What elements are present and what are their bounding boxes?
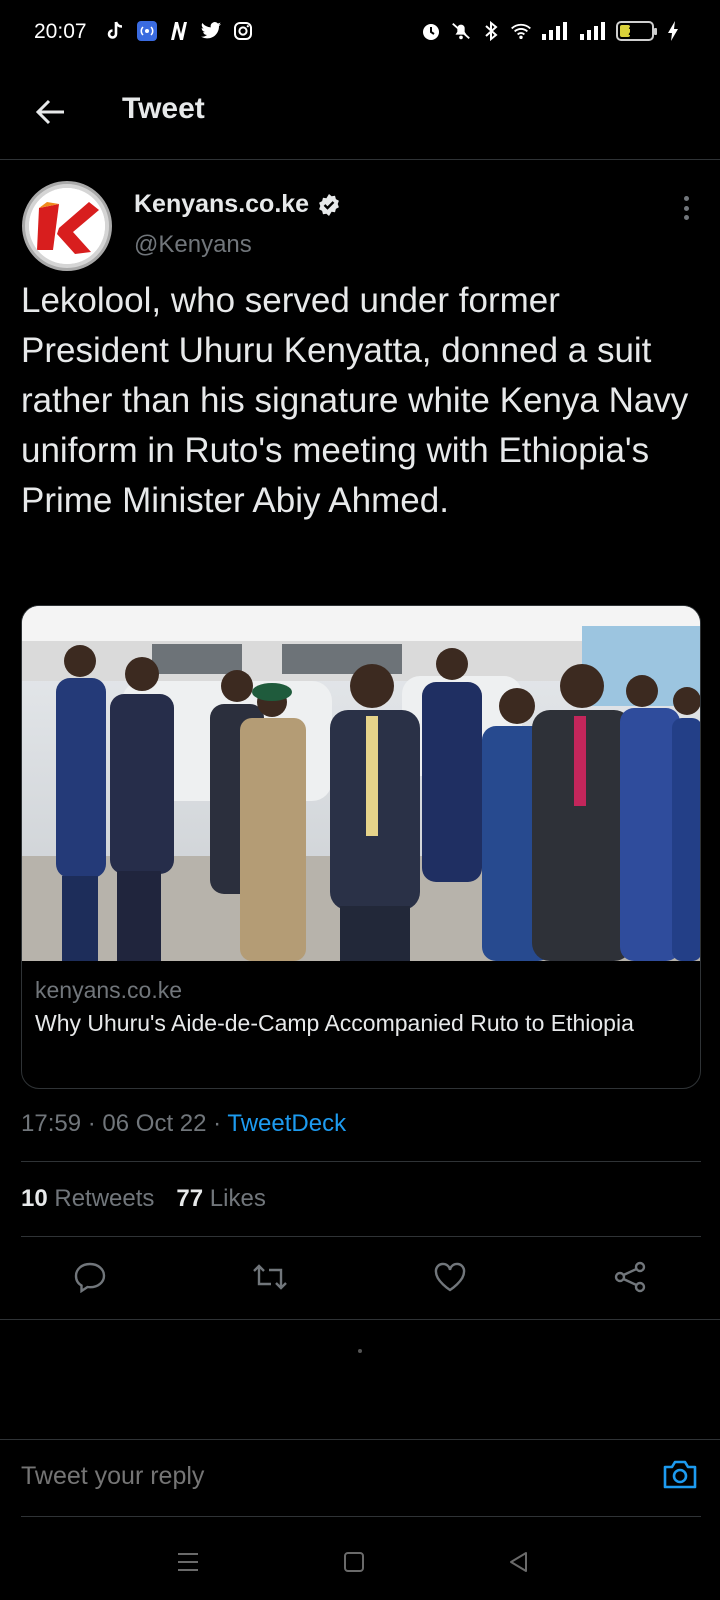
retweets-label: Retweets xyxy=(54,1185,155,1212)
signal-icon xyxy=(578,19,608,43)
card-image[interactable] xyxy=(22,606,700,961)
twitter-icon xyxy=(200,19,222,43)
tweet-text: Lekolool, who served under former Presid… xyxy=(21,281,689,520)
divider xyxy=(21,1161,701,1162)
share-icon xyxy=(614,1261,646,1293)
more-options-icon[interactable] xyxy=(674,196,698,220)
reply-button[interactable] xyxy=(68,1255,112,1299)
retweets-count: 10 xyxy=(21,1185,48,1212)
reply-bar xyxy=(0,1440,720,1520)
mute-icon xyxy=(450,19,472,43)
separator: · xyxy=(87,1110,96,1137)
tweet-stats: 10 Retweets 77 Likes xyxy=(21,1185,266,1213)
verified-badge-icon xyxy=(319,193,339,216)
battery-level: 28 xyxy=(628,24,642,38)
battery-icon: 28 xyxy=(616,21,657,41)
menu-button[interactable] xyxy=(168,1542,208,1582)
heart-icon xyxy=(434,1262,466,1292)
like-button[interactable] xyxy=(428,1255,472,1299)
card-domain: kenyans.co.ke xyxy=(35,977,183,1003)
status-time: 20:07 xyxy=(34,20,87,43)
page-header: Tweet xyxy=(0,64,720,160)
separator: · xyxy=(213,1110,222,1137)
wifi-icon xyxy=(510,19,532,43)
n-app-icon xyxy=(168,19,190,43)
author-handle[interactable]: @Kenyans xyxy=(134,231,252,259)
page-title: Tweet xyxy=(122,92,205,125)
camera-icon xyxy=(663,1460,697,1489)
kenyans-logo-icon xyxy=(29,188,105,264)
radio-icon xyxy=(136,19,158,43)
home-button[interactable] xyxy=(334,1542,374,1582)
card-title: Why Uhuru's Aide-de-Camp Accompanied Rut… xyxy=(35,1010,634,1036)
notification-icons xyxy=(104,19,254,43)
tweet-source-link[interactable]: TweetDeck xyxy=(227,1110,346,1137)
retweet-button[interactable] xyxy=(248,1255,292,1299)
alarm-icon xyxy=(420,19,442,43)
avatar[interactable] xyxy=(22,181,112,271)
menu-icon xyxy=(178,1553,198,1571)
tweet-time: 17:59 xyxy=(21,1110,82,1137)
divider xyxy=(0,1319,720,1320)
back-triangle-icon xyxy=(510,1552,527,1572)
back-nav-button[interactable] xyxy=(498,1542,538,1582)
reply-input[interactable] xyxy=(21,1462,621,1491)
tiktok-icon xyxy=(104,19,126,43)
system-nav-bar xyxy=(0,1524,720,1600)
reply-underline xyxy=(21,1516,701,1517)
back-button[interactable] xyxy=(28,90,72,134)
bluetooth-icon xyxy=(480,19,502,43)
share-button[interactable] xyxy=(608,1255,652,1299)
home-square-icon xyxy=(344,1552,364,1572)
retweets-stat[interactable]: 10 Retweets xyxy=(21,1185,154,1213)
retweet-icon xyxy=(253,1264,287,1290)
charging-icon xyxy=(666,19,680,43)
tweet-actions xyxy=(0,1255,720,1315)
likes-count: 77 xyxy=(176,1185,204,1212)
likes-label: Likes xyxy=(209,1185,266,1212)
author-name[interactable]: Kenyans.co.ke xyxy=(134,190,341,219)
status-bar: 20:07 28 xyxy=(0,0,720,64)
signal-icon xyxy=(540,19,570,43)
arrow-left-icon xyxy=(35,99,64,125)
reply-icon xyxy=(74,1262,106,1293)
camera-button[interactable] xyxy=(660,1454,700,1494)
system-icons: 28 xyxy=(420,19,680,43)
author-name-text: Kenyans.co.ke xyxy=(134,190,310,218)
link-card[interactable]: kenyans.co.ke Why Uhuru's Aide-de-Camp A… xyxy=(21,605,701,1089)
tweet-timestamp: 17:59 · 06 Oct 22 · TweetDeck xyxy=(21,1110,346,1138)
card-meta[interactable]: kenyans.co.ke Why Uhuru's Aide-de-Camp A… xyxy=(22,961,700,1055)
instagram-icon xyxy=(232,19,254,43)
likes-stat[interactable]: 77 Likes xyxy=(176,1185,265,1213)
loading-dot xyxy=(358,1349,362,1353)
divider xyxy=(21,1236,701,1237)
tweet-date: 06 Oct 22 xyxy=(102,1110,207,1137)
